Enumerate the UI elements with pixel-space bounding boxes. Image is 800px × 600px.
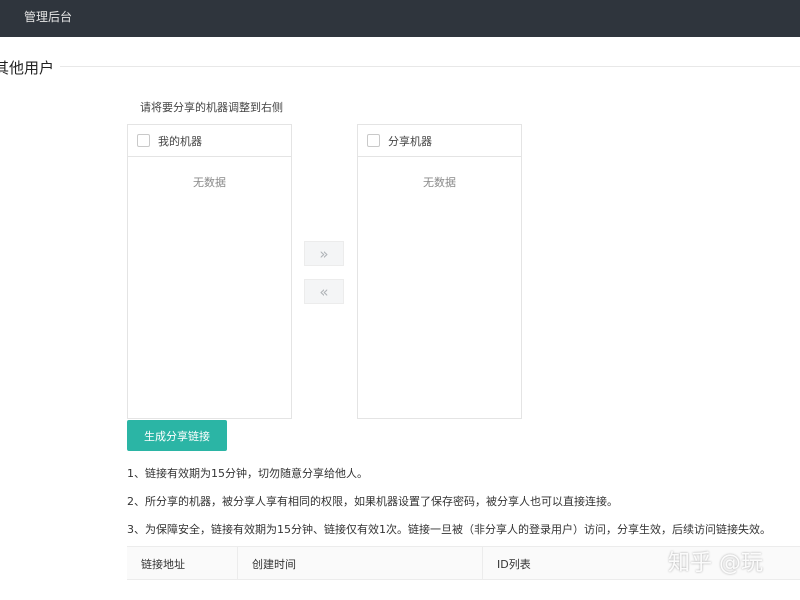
app-title: 管理后台 (24, 10, 73, 24)
column-header-created-time: 创建时间 (237, 547, 482, 580)
double-chevron-right-icon: » (319, 244, 329, 263)
column-header-link-url: 链接地址 (141, 557, 185, 571)
note-item: 2、所分享的机器，被分享人享有相同的权限，如果机器设置了保存密码，被分享人也可以… (127, 495, 618, 508)
generate-share-link-button[interactable]: 生成分享链接 (127, 420, 227, 451)
note-item: 3、为保障安全，链接有效期为15分钟、链接仅有效1次。链接一旦被（非分享人的登录… (127, 523, 771, 536)
my-machines-panel: 我的机器 无数据 (127, 124, 292, 419)
section-divider (60, 66, 800, 67)
shared-machines-empty-text: 无数据 (423, 176, 456, 189)
top-bar: 管理后台 (0, 0, 800, 37)
move-to-left-button[interactable]: « (304, 279, 344, 304)
my-machines-empty-text: 无数据 (193, 176, 226, 189)
my-machines-header: 我的机器 (128, 125, 291, 157)
transfer-hint: 请将要分享的机器调整到右侧 (140, 101, 283, 114)
select-all-shared-machines-checkbox[interactable] (367, 134, 380, 147)
move-to-right-button[interactable]: » (304, 241, 344, 266)
shared-machines-panel: 分享机器 无数据 (357, 124, 522, 419)
shared-machines-label: 分享机器 (388, 134, 432, 148)
note-item: 1、链接有效期为15分钟，切勿随意分享给他人。 (127, 467, 368, 480)
shared-machines-header: 分享机器 (358, 125, 521, 157)
watermark: 知乎 @玩 (668, 551, 763, 576)
section-title: 其他用户 (0, 59, 55, 77)
double-chevron-left-icon: « (319, 282, 329, 301)
select-all-my-machines-checkbox[interactable] (137, 134, 150, 147)
my-machines-label: 我的机器 (158, 134, 202, 148)
